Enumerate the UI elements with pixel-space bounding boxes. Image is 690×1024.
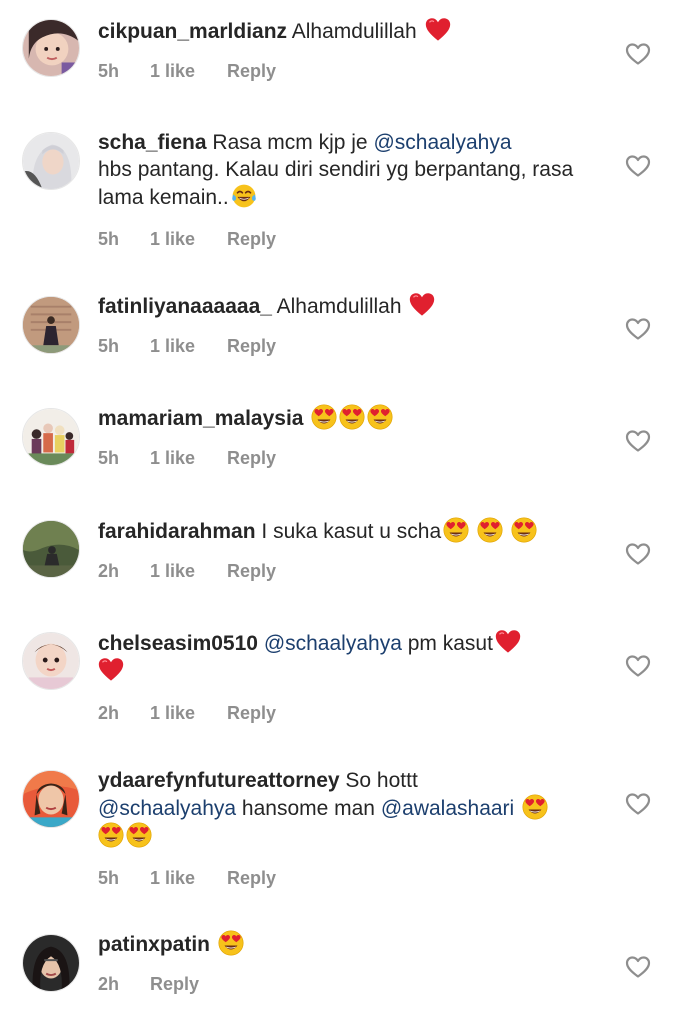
avatar[interactable] [22, 19, 80, 77]
comment-text: ydaarefynfutureattorney So hottt @schaal… [98, 767, 608, 850]
heart-eyes-emoji [311, 404, 337, 430]
red-heart-emoji [409, 292, 435, 318]
avatar[interactable] [22, 132, 80, 190]
reply-button[interactable]: Reply [227, 61, 276, 82]
comment-body: hansome man [241, 797, 375, 820]
username[interactable]: chelseasim0510 [98, 632, 258, 655]
like-count[interactable]: 1 like [150, 868, 227, 889]
comment-meta: 2h Reply [98, 974, 608, 995]
heart-eyes-emoji [477, 517, 503, 543]
like-count[interactable]: 1 like [150, 61, 227, 82]
comment-body: So hottt [345, 769, 418, 792]
reply-button[interactable]: Reply [227, 336, 276, 357]
like-count[interactable]: 1 like [150, 229, 227, 250]
username[interactable]: mamariam_malaysia [98, 407, 303, 430]
comment-meta: 5h 1 like Reply [98, 229, 608, 250]
avatar[interactable] [22, 296, 80, 354]
username[interactable]: cikpuan_marldianz [98, 20, 287, 43]
comment-text: chelseasim0510 @schaalyahya pm kasut [98, 629, 608, 685]
comment-meta: 5h 1 like Reply [98, 868, 608, 889]
comment-meta: 5h 1 like Reply [98, 336, 608, 357]
comment-body: Rasa mcm kjp je [212, 131, 368, 154]
comment-meta: 5h 1 like Reply [98, 448, 608, 469]
mention-link[interactable]: @schaalyahya [373, 131, 511, 154]
mention-link[interactable]: @schaalyahya [98, 797, 236, 820]
timestamp: 5h [98, 868, 120, 888]
avatar[interactable] [22, 408, 80, 466]
comment-body: I suka kasut u scha [261, 520, 442, 543]
comment-text: farahidarahman I suka kasut u scha [98, 517, 608, 545]
heart-eyes-emoji [522, 794, 548, 820]
reply-button[interactable]: Reply [227, 229, 276, 250]
reply-button[interactable]: Reply [227, 561, 276, 582]
username[interactable]: ydaarefynfutureattorney [98, 769, 340, 792]
comment-text: cikpuan_marldianz Alhamdulillah [98, 17, 608, 45]
username[interactable]: farahidarahman [98, 520, 256, 543]
reply-button[interactable]: Reply [227, 868, 276, 889]
heart-eyes-emoji [126, 822, 152, 848]
reply-button[interactable]: Reply [150, 974, 199, 995]
red-heart-emoji [98, 657, 124, 683]
comment-text: scha_fiena Rasa mcm kjp je @schaalyahya … [98, 129, 608, 211]
comment-text: patinxpatin [98, 930, 608, 958]
heart-outline-icon[interactable] [625, 317, 651, 341]
timestamp: 2h [98, 561, 120, 581]
avatar[interactable] [22, 770, 80, 828]
heart-eyes-emoji [367, 404, 393, 430]
heart-outline-icon[interactable] [625, 429, 651, 453]
heart-outline-icon[interactable] [625, 42, 651, 66]
like-count[interactable]: 1 like [150, 561, 227, 582]
heart-outline-icon[interactable] [625, 542, 651, 566]
timestamp: 5h [98, 229, 120, 249]
like-count[interactable]: 1 like [150, 703, 227, 724]
red-heart-emoji [495, 629, 521, 655]
mention-link[interactable]: @schaalyahya [264, 632, 402, 655]
comment-body: hbs pantang. Kalau diri sendiri yg berpa… [98, 158, 579, 209]
avatar[interactable] [22, 934, 80, 992]
comment-body: Alhamdulillah [291, 20, 417, 43]
timestamp: 5h [98, 448, 120, 468]
timestamp: 5h [98, 61, 120, 81]
heart-eyes-emoji [511, 517, 537, 543]
comment-meta: 5h 1 like Reply [98, 61, 608, 82]
avatar[interactable] [22, 632, 80, 690]
timestamp: 2h [98, 974, 120, 994]
comment-body: pm kasut [407, 632, 493, 655]
heart-outline-icon[interactable] [625, 792, 651, 816]
red-heart-emoji [425, 17, 451, 43]
heart-outline-icon[interactable] [625, 654, 651, 678]
comment-text: mamariam_malaysia [98, 404, 608, 432]
heart-outline-icon[interactable] [625, 154, 651, 178]
username[interactable]: patinxpatin [98, 933, 210, 956]
heart-eyes-emoji [218, 930, 244, 956]
avatar[interactable] [22, 520, 80, 578]
tears-of-joy-emoji [231, 183, 257, 209]
like-count[interactable]: 1 like [150, 336, 227, 357]
heart-outline-icon[interactable] [625, 955, 651, 979]
like-count[interactable]: 1 like [150, 448, 227, 469]
comment-meta: 2h 1 like Reply [98, 561, 608, 582]
timestamp: 2h [98, 703, 120, 723]
heart-eyes-emoji [98, 822, 124, 848]
comment-body: Alhamdulillah [276, 295, 402, 318]
username[interactable]: fatinliyanaaaaaa_ [98, 295, 272, 318]
timestamp: 5h [98, 336, 120, 356]
comment-meta: 2h 1 like Reply [98, 703, 608, 724]
reply-button[interactable]: Reply [227, 448, 276, 469]
heart-eyes-emoji [339, 404, 365, 430]
heart-eyes-emoji [443, 517, 469, 543]
username[interactable]: scha_fiena [98, 131, 207, 154]
reply-button[interactable]: Reply [227, 703, 276, 724]
mention-link[interactable]: @awalashaari [381, 797, 514, 820]
comment-text: fatinliyanaaaaaa_ Alhamdulillah [98, 292, 608, 320]
